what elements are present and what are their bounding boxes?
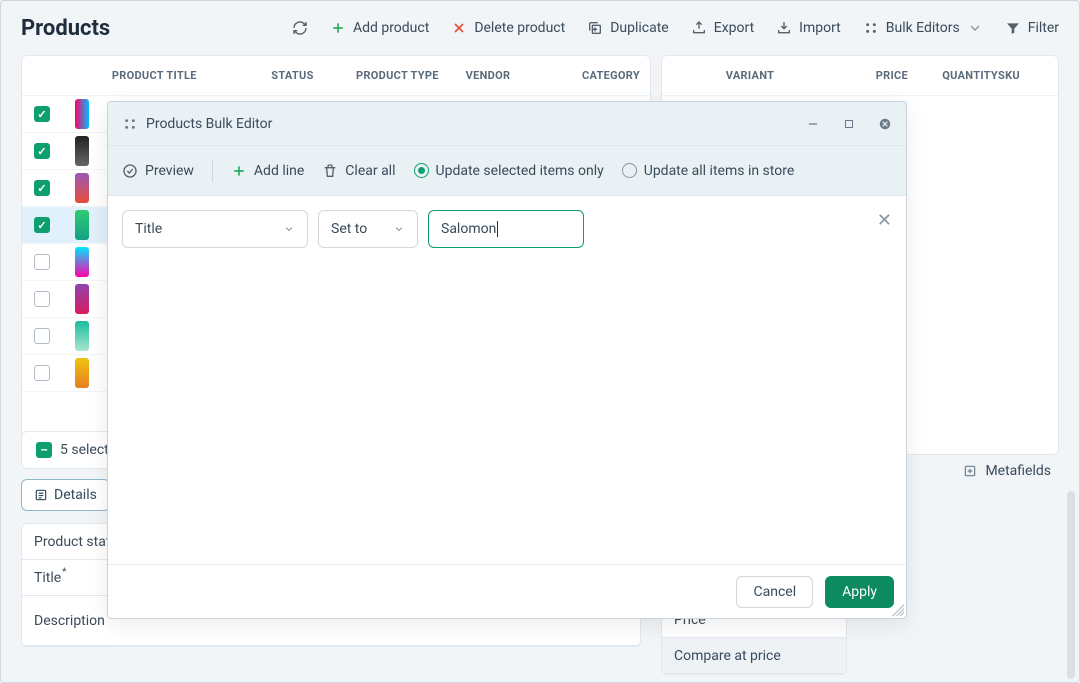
row-checkbox[interactable] [34,254,50,270]
product-thumbnail [75,99,89,129]
resize-grip[interactable] [892,604,904,616]
row-checkbox[interactable] [34,291,50,307]
close-icon[interactable] [878,117,892,131]
clear-all-label: Clear all [345,163,395,179]
tab-details[interactable]: Details [21,479,110,511]
row-checkbox[interactable] [34,328,50,344]
duplicate-button[interactable]: Duplicate [587,20,669,36]
product-thumbnail [75,173,89,203]
filter-button[interactable]: Filter [1005,20,1059,36]
minimize-icon[interactable] [806,117,820,131]
add-product-label: Add product [353,20,429,36]
apply-button[interactable]: Apply [825,576,894,608]
product-thumbnail [75,247,89,277]
tab-details-label: Details [54,487,97,503]
modal-body: Title Set to Salomon ✕ [108,196,906,564]
duplicate-label: Duplicate [610,20,669,36]
topbar: Products Add product Delete product Dupl… [1,1,1079,55]
row-checkbox[interactable] [34,143,50,159]
update-selected-label: Update selected items only [436,163,604,179]
col-variant[interactable]: VARIANT [662,69,838,82]
add-product-button[interactable]: Add product [330,20,429,36]
vertical-scrollbar[interactable] [1067,491,1075,679]
col-status[interactable]: STATUS [261,69,346,82]
preview-label: Preview [145,163,194,179]
update-selected-radio[interactable]: Update selected items only [414,163,604,179]
operator-select[interactable]: Set to [318,210,418,248]
value-input-text: Salomon [441,221,496,237]
bulk-editors-label: Bulk Editors [886,20,960,36]
preview-button[interactable]: Preview [122,163,194,179]
filter-label: Filter [1028,20,1059,36]
add-line-label: Add line [254,163,304,179]
operator-select-value: Set to [331,221,367,237]
product-thumbnail [75,321,89,351]
field-select[interactable]: Title [122,210,308,248]
modal-header[interactable]: Products Bulk Editor [108,102,906,146]
page-title: Products [21,16,110,41]
value-input[interactable]: Salomon [428,210,584,248]
bulk-editor-modal: Products Bulk Editor Preview Add line Cl… [107,101,907,619]
top-actions: Add product Delete product Duplicate Exp… [292,20,1059,36]
selection-checkbox[interactable] [36,442,52,458]
import-button[interactable]: Import [776,20,841,36]
col-category[interactable]: CATEGORY [565,69,650,82]
col-sku[interactable]: SKU [998,69,1058,82]
clear-all-button[interactable]: Clear all [322,163,395,179]
products-table-header: PRODUCT TITLE STATUS PRODUCT TYPE VENDOR… [22,56,650,96]
update-all-label: Update all items in store [644,163,795,179]
product-thumbnail [75,358,89,388]
col-product-title[interactable]: PRODUCT TITLE [102,69,261,82]
modal-title: Products Bulk Editor [146,116,272,132]
cancel-button[interactable]: Cancel [736,576,813,608]
col-product-type[interactable]: PRODUCT TYPE [346,69,456,82]
export-button[interactable]: Export [691,20,754,36]
col-quantity[interactable]: QUANTITY [908,69,998,82]
refresh-button[interactable] [292,20,308,36]
row-checkbox[interactable] [34,217,50,233]
tab-metafields-label: Metafields [985,463,1051,479]
product-thumbnail [75,136,89,166]
row-checkbox[interactable] [34,180,50,196]
update-all-radio[interactable]: Update all items in store [622,163,795,179]
detail-tabs: Details [21,479,110,511]
radio-off-icon [622,163,637,178]
field-select-value: Title [135,221,162,237]
delete-product-button[interactable]: Delete product [451,20,565,36]
add-line-button[interactable]: Add line [231,163,304,179]
row-checkbox[interactable] [34,365,50,381]
variants-table-header: VARIANT PRICE QUANTITY SKU [662,56,1058,96]
delete-product-label: Delete product [474,20,565,36]
delete-line-icon[interactable]: ✕ [877,210,892,231]
side-compare-at-price[interactable]: Compare at price [662,638,846,674]
maximize-icon[interactable] [842,117,856,131]
import-label: Import [799,20,841,36]
row-checkbox[interactable] [34,106,50,122]
product-thumbnail [75,210,89,240]
col-vendor[interactable]: VENDOR [456,69,566,82]
product-thumbnail [75,284,89,314]
col-price[interactable]: PRICE [838,69,908,82]
modal-toolbar: Preview Add line Clear all Update select… [108,146,906,196]
export-label: Export [714,20,754,36]
bulk-editors-button[interactable]: Bulk Editors [863,20,983,36]
tab-metafields[interactable]: Metafields [963,463,1051,479]
radio-on-icon [414,163,429,178]
modal-footer: Cancel Apply [108,564,906,618]
